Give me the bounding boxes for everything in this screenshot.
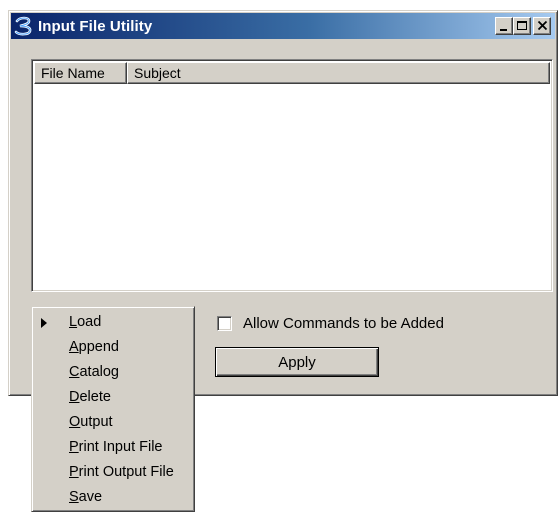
menu-item-mnemonic: O	[69, 414, 81, 430]
allow-commands-checkbox[interactable]	[217, 316, 232, 331]
apply-button[interactable]: Apply	[215, 347, 379, 377]
menu-item-save[interactable]: Save	[32, 485, 194, 510]
minimize-icon	[500, 29, 507, 31]
column-header-file-name[interactable]: File Name	[34, 62, 127, 84]
window-title: Input File Utility	[38, 17, 153, 35]
menu-item-label: oad	[77, 314, 102, 330]
file-list[interactable]: File Name Subject	[31, 59, 553, 292]
menu-item-append[interactable]: Append	[32, 335, 194, 360]
menu-item-print-input-file[interactable]: Print Input File	[32, 435, 194, 460]
bentley-b-icon	[13, 15, 35, 37]
close-icon	[537, 20, 548, 31]
list-header: File Name Subject	[34, 62, 550, 84]
menu-item-mnemonic: D	[69, 389, 80, 405]
menu-item-load[interactable]: Load	[32, 310, 194, 335]
title-buttons	[495, 17, 551, 35]
menu-item-label: utput	[80, 414, 113, 430]
maximize-button[interactable]	[513, 17, 531, 35]
title-bar[interactable]: Input File Utility	[11, 13, 555, 39]
menu-item-label: rint Input File	[78, 439, 163, 455]
menu-item-mnemonic: C	[69, 364, 80, 380]
menu-item-mnemonic: P	[69, 439, 79, 455]
column-header-subject[interactable]: Subject	[127, 62, 550, 84]
selected-arrow-icon	[41, 318, 47, 328]
menu-item-label: ppend	[78, 339, 119, 355]
menu-item-print-output-file[interactable]: Print Output File	[32, 460, 194, 485]
minimize-button[interactable]	[495, 17, 513, 35]
menu-item-label: atalog	[79, 364, 119, 380]
menu-item-output[interactable]: Output	[32, 410, 194, 435]
allow-commands-label: Allow Commands to be Added	[243, 315, 444, 332]
menu-item-mnemonic: L	[69, 314, 78, 330]
menu-item-label: rint Output File	[78, 464, 174, 480]
close-button[interactable]	[533, 17, 551, 35]
menu-item-label: ave	[78, 489, 103, 505]
menu-item-label: elete	[79, 389, 111, 405]
action-popup-menu: Load Append Catalog Delete Output Print …	[31, 306, 195, 512]
menu-item-mnemonic: A	[69, 339, 79, 355]
menu-item-delete[interactable]: Delete	[32, 385, 194, 410]
menu-item-mnemonic: S	[69, 489, 79, 505]
allow-commands-option[interactable]: Allow Commands to be Added	[217, 315, 444, 332]
maximize-icon	[517, 21, 527, 30]
menu-item-mnemonic: P	[69, 464, 79, 480]
menu-item-catalog[interactable]: Catalog	[32, 360, 194, 385]
